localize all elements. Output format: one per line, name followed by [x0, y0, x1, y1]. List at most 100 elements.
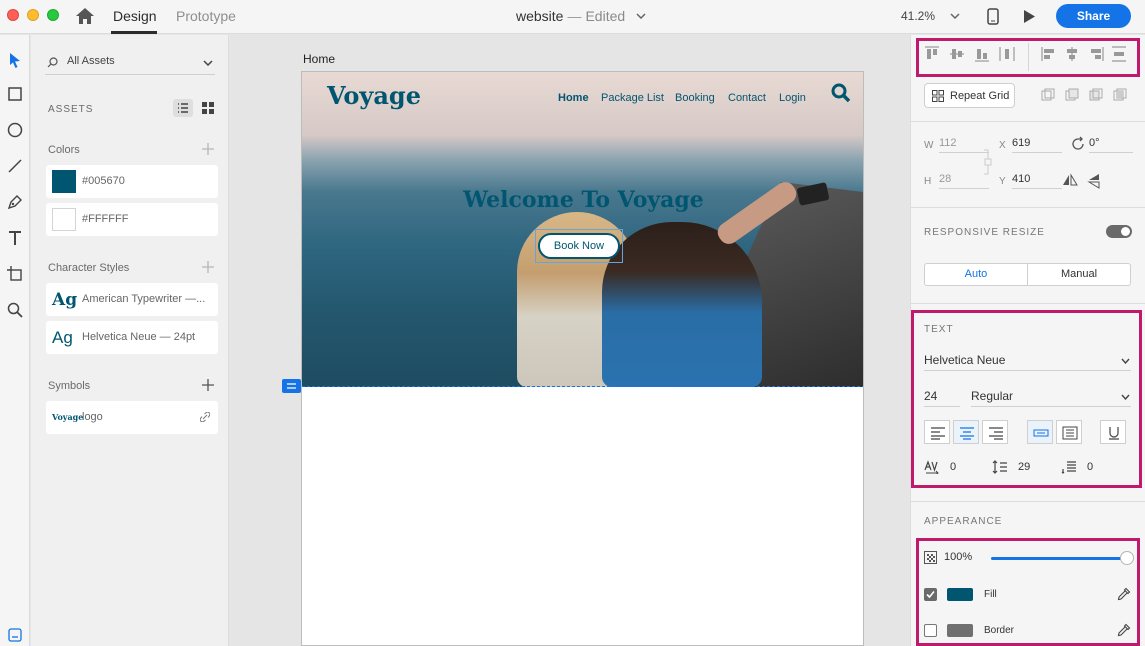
pen-tool-icon[interactable]	[6, 193, 24, 211]
align-top-icon[interactable]	[924, 46, 940, 62]
symbol-item[interactable]: Voyage logo	[46, 401, 218, 434]
repeat-grid-button[interactable]: Repeat Grid	[924, 83, 1015, 108]
rectangle-tool-icon[interactable]	[6, 85, 24, 103]
window-maximize-button[interactable]	[47, 9, 59, 21]
align-right-icon[interactable]	[1088, 46, 1104, 62]
underline-button[interactable]	[1100, 420, 1126, 444]
border-checkbox[interactable]	[924, 624, 937, 637]
line-spacing-field[interactable]: 29	[1018, 461, 1030, 473]
chevron-down-icon[interactable]	[950, 13, 960, 19]
rotation-field[interactable]: 0°	[1089, 137, 1133, 153]
site-nav-login[interactable]: Login	[779, 92, 806, 104]
font-weight-dropdown[interactable]: Regular	[971, 389, 1131, 407]
line-tool-icon[interactable]	[6, 157, 24, 175]
y-field[interactable]: 410	[1012, 173, 1062, 189]
resize-auto-button[interactable]: Auto	[924, 263, 1028, 286]
align-text-center-button[interactable]	[953, 420, 979, 444]
site-nav-contact[interactable]: Contact	[728, 92, 766, 104]
character-style-label: Helvetica Neue — 24pt	[82, 331, 196, 343]
text-tool-icon[interactable]	[6, 229, 24, 247]
hero-headline[interactable]: Welcome To Voyage	[302, 187, 863, 213]
fill-checkbox[interactable]	[924, 588, 937, 601]
tab-prototype[interactable]: Prototype	[176, 8, 236, 24]
fill-color-swatch[interactable]	[947, 588, 973, 601]
zoom-level[interactable]: 41.2%	[901, 9, 935, 23]
link-icon[interactable]	[200, 412, 210, 422]
document-title[interactable]: website — Edited	[516, 8, 625, 24]
align-text-right-button[interactable]	[982, 420, 1008, 444]
opacity-slider-track[interactable]	[991, 557, 1126, 560]
zoom-tool-icon[interactable]	[6, 301, 24, 319]
distribute-horizontal-icon[interactable]	[999, 46, 1015, 62]
paragraph-spacing-field[interactable]: 0	[1087, 461, 1093, 473]
list-view-button[interactable]	[173, 99, 193, 117]
ellipse-tool-icon[interactable]	[6, 121, 24, 139]
grip-lines-icon	[287, 383, 296, 389]
x-field[interactable]: 619	[1012, 137, 1062, 153]
flip-horizontal-icon[interactable]	[1062, 173, 1078, 187]
device-preview-icon[interactable]	[987, 8, 999, 25]
design-canvas[interactable]: Home Voyage Home Package List Booking Co…	[230, 35, 909, 646]
character-style-item[interactable]: Ag Helvetica Neue — 24pt	[46, 321, 218, 354]
resize-grip-handle[interactable]	[282, 379, 301, 393]
intersect-icon[interactable]	[1113, 88, 1127, 102]
lock-aspect-icon[interactable]	[982, 148, 992, 176]
assets-filter-dropdown[interactable]: All Assets	[45, 51, 215, 75]
add-color-icon[interactable]	[201, 142, 215, 156]
character-spacing-field[interactable]: 0	[950, 461, 956, 473]
opacity-field[interactable]: 100%	[944, 551, 972, 563]
site-nav-package-list[interactable]: Package List	[601, 92, 664, 104]
assets-panel: All Assets ASSETS Colors #005670 #FFFFFF…	[31, 35, 229, 646]
fixed-size-icon	[1062, 426, 1078, 440]
artboard-tool-icon[interactable]	[6, 265, 24, 283]
character-style-item[interactable]: Ag American Typewriter —...	[46, 283, 218, 316]
site-nav-home[interactable]: Home	[558, 92, 589, 104]
resize-manual-button[interactable]: Manual	[1027, 263, 1131, 286]
subtract-icon[interactable]	[1089, 88, 1103, 102]
tab-design[interactable]: Design	[113, 8, 157, 24]
auto-width-icon	[1033, 429, 1049, 437]
align-bottom-icon[interactable]	[974, 46, 990, 62]
mask-icon[interactable]	[1041, 88, 1055, 102]
align-middle-icon[interactable]	[949, 46, 965, 62]
add-character-style-icon[interactable]	[201, 260, 215, 274]
share-button[interactable]: Share	[1056, 4, 1131, 28]
site-nav-booking[interactable]: Booking	[675, 92, 715, 104]
artboard-name[interactable]: Home	[303, 52, 335, 66]
eyedropper-icon[interactable]	[1117, 623, 1131, 637]
symbol-label: logo	[82, 411, 103, 423]
tool-rail	[0, 35, 30, 646]
add-symbol-icon[interactable]	[201, 378, 215, 392]
site-logo[interactable]: Voyage	[327, 81, 421, 110]
opacity-slider-knob[interactable]	[1120, 551, 1134, 565]
align-left-icon[interactable]	[1041, 46, 1057, 62]
add-boolean-icon[interactable]	[1065, 88, 1079, 102]
book-now-button[interactable]: Book Now	[538, 233, 620, 259]
window-minimize-button[interactable]	[27, 9, 39, 21]
line-spacing-icon	[992, 460, 1007, 474]
search-icon[interactable]	[831, 83, 851, 103]
play-icon[interactable]	[1022, 9, 1036, 24]
assets-panel-icon[interactable]	[8, 628, 22, 642]
border-color-swatch[interactable]	[947, 624, 973, 637]
eyedropper-icon[interactable]	[1117, 587, 1131, 601]
chevron-down-icon[interactable]	[636, 13, 646, 19]
flip-vertical-icon[interactable]	[1087, 173, 1101, 189]
color-swatch-item[interactable]: #FFFFFF	[46, 203, 218, 236]
grid-view-icon[interactable]	[201, 101, 215, 115]
auto-width-button[interactable]	[1027, 420, 1053, 444]
responsive-resize-toggle[interactable]	[1106, 225, 1132, 238]
align-center-icon[interactable]	[1064, 46, 1080, 62]
font-size-field[interactable]: 24	[924, 389, 960, 407]
window-close-button[interactable]	[7, 9, 19, 21]
fixed-size-button[interactable]	[1056, 420, 1082, 444]
distribute-vertical-icon[interactable]	[1111, 46, 1127, 62]
color-swatch-item[interactable]: #005670	[46, 165, 218, 198]
font-family-dropdown[interactable]: Helvetica Neue	[924, 353, 1131, 371]
home-icon[interactable]	[75, 7, 95, 25]
hero-image[interactable]: Voyage Home Package List Booking Contact…	[302, 72, 863, 387]
align-text-left-button[interactable]	[924, 420, 950, 444]
artboard-home[interactable]: Voyage Home Package List Booking Contact…	[301, 71, 864, 646]
opacity-icon	[924, 551, 937, 564]
select-tool-icon[interactable]	[6, 51, 24, 69]
